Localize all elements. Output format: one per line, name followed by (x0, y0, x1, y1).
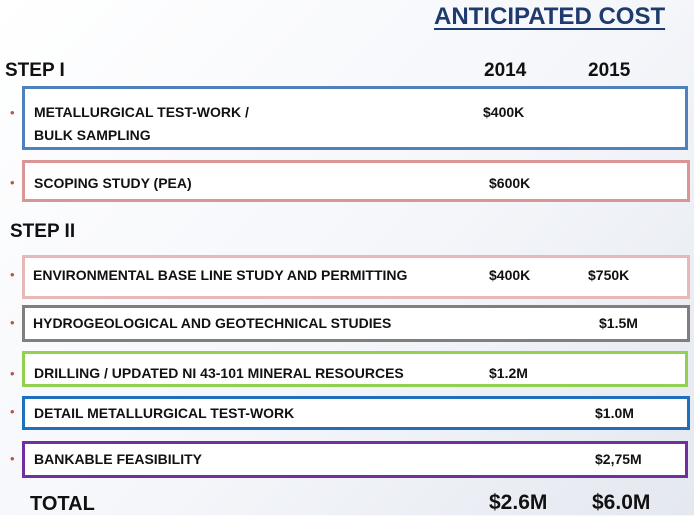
cost-item-bankable-feasibility: BANKABLE FEASIBILITY $2,75M (22, 441, 688, 478)
item-value-2015: $2,75M (595, 451, 642, 467)
bullet-icon: • (10, 451, 15, 466)
step-2-heading: STEP II (10, 221, 76, 242)
cost-item-hydrogeological: HYDROGEOLOGICAL AND GEOTECHNICAL STUDIES… (22, 305, 690, 342)
item-value-2014: $1.2M (489, 365, 528, 381)
cost-item-metallurgical-bulk: METALLURGICAL TEST-WORK / BULK SAMPLING … (22, 86, 688, 150)
item-value-2014: $400K (489, 267, 531, 283)
item-value-2015: $750K (588, 267, 630, 283)
cost-item-detail-metallurgical: DETAIL METALLURGICAL TEST-WORK $1.0M (22, 396, 690, 430)
page-title: ANTICIPATED COST (434, 3, 666, 30)
item-value-2014: $600K (489, 175, 531, 191)
bullet-icon: • (10, 175, 15, 190)
cost-item-scoping-study: SCOPING STUDY (PEA) $600K (22, 160, 690, 202)
total-value-2014: $2.6M (489, 491, 548, 514)
bullet-icon: • (10, 404, 15, 419)
year-2014-heading: 2014 (484, 60, 527, 81)
total-value-2015: $6.0M (592, 491, 651, 514)
cost-item-environmental: ENVIRONMENTAL BASE LINE STUDY AND PERMIT… (22, 255, 690, 299)
item-value-2015: $1.5M (599, 315, 638, 331)
item-label: DETAIL METALLURGICAL TEST-WORK (34, 405, 295, 421)
item-label: ENVIRONMENTAL BASE LINE STUDY AND PERMIT… (33, 267, 408, 283)
bullet-icon: • (10, 105, 15, 120)
step-1-heading: STEP I (5, 60, 65, 81)
item-label-line2: BULK SAMPLING (34, 127, 151, 143)
bullet-icon: • (10, 315, 15, 330)
item-label: DRILLING / UPDATED NI 43-101 MINERAL RES… (34, 365, 404, 381)
item-label-line1: METALLURGICAL TEST-WORK / (34, 104, 249, 120)
year-2015-heading: 2015 (588, 60, 631, 81)
cost-item-drilling: DRILLING / UPDATED NI 43-101 MINERAL RES… (22, 351, 688, 387)
bullet-icon: • (10, 267, 15, 282)
item-label: HYDROGEOLOGICAL AND GEOTECHNICAL STUDIES (33, 315, 392, 331)
item-value-2014: $400K (483, 104, 525, 120)
total-label: TOTAL (30, 493, 95, 515)
item-label: BANKABLE FEASIBILITY (34, 451, 202, 467)
item-label: SCOPING STUDY (PEA) (34, 175, 192, 191)
item-value-2015: $1.0M (595, 405, 634, 421)
bullet-icon: • (10, 366, 15, 381)
